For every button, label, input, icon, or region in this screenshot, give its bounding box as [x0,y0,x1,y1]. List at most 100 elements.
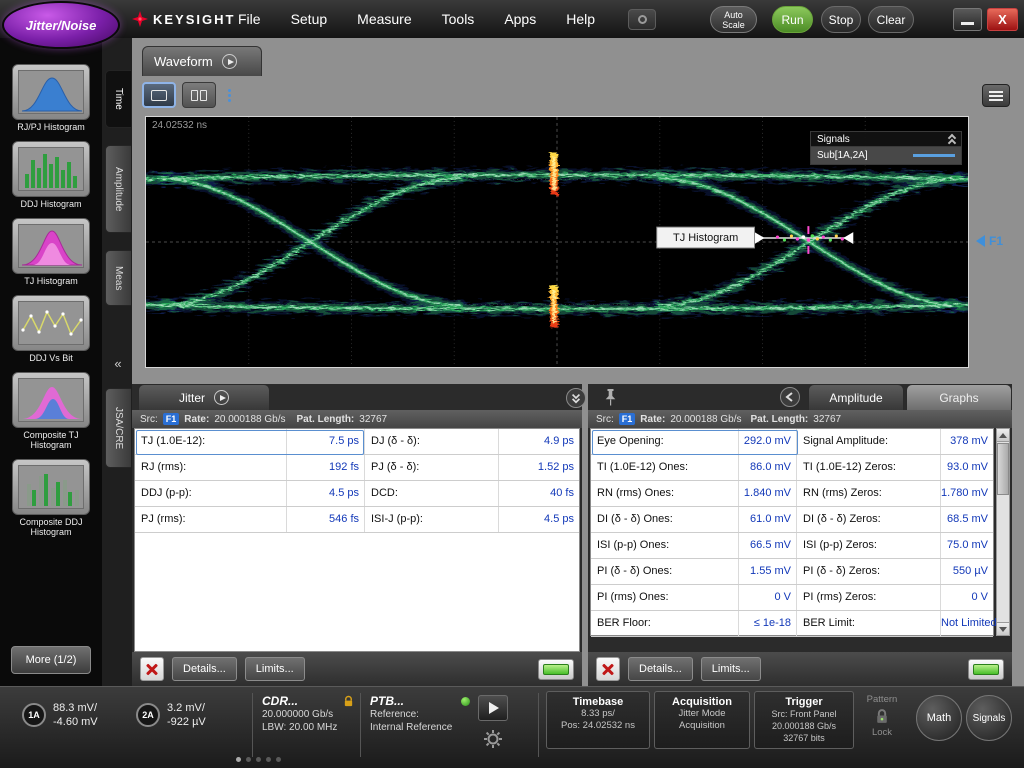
tab-jitter[interactable]: Jitter [138,384,270,410]
legend-collapse-icon[interactable] [949,132,955,146]
sidebar-item-composite-ddj-histogram[interactable]: Composite DDJ Histogram [6,459,96,537]
menu-setup[interactable]: Setup [291,11,328,27]
limits-button[interactable]: Limits... [245,657,305,681]
amplitude-table-scrollbar[interactable] [996,428,1010,636]
settings-gear-button[interactable] [483,729,503,749]
measurement-label[interactable]: RJ (rms): [135,455,287,480]
statusbar-play-button[interactable] [478,695,508,721]
details-button[interactable]: Details... [172,657,237,681]
measurement-label[interactable]: DDJ (p-p): [135,481,287,506]
minimize-button[interactable] [953,8,982,31]
measurement-label[interactable]: ISI (p-p) Ones: [591,533,739,558]
math-button[interactable]: Math [916,695,962,741]
signals-legend[interactable]: Signals Sub[1A,2A] [810,131,962,165]
tab-time[interactable]: Time [105,70,131,128]
channel-2a-offset: -922 µV [167,715,206,729]
measurement-label[interactable]: PI (rms) Ones: [591,585,739,610]
measurement-label[interactable]: TJ (1.0E-12): [135,429,287,454]
panel-back-button[interactable] [780,387,800,407]
sidebar-collapse-button[interactable]: « [108,352,128,374]
measurement-label[interactable]: PJ (rms): [135,507,287,532]
f1-source-marker[interactable]: F1 [976,234,1003,248]
measurement-label[interactable]: ISI-J (p-p): [365,507,499,532]
src-badge[interactable]: F1 [163,413,180,425]
measurement-label[interactable]: RN (rms) Ones: [591,481,739,506]
scrollbar-thumb[interactable] [997,443,1009,495]
scroll-up-button[interactable] [997,429,1009,442]
sidebar-item-tj-histogram[interactable]: TJ Histogram [6,218,96,286]
run-button[interactable]: Run [772,6,813,33]
measurement-value: 1.780 mV [941,481,993,506]
tab-amplitude[interactable]: Amplitude [105,145,131,233]
limits-button[interactable]: Limits... [701,657,761,681]
eye-diagram-plot[interactable]: 24.02532 ns [145,116,969,368]
measurement-label[interactable]: PI (δ - δ) Ones: [591,559,739,584]
sidebar-item-composite-tj-histogram[interactable]: Composite TJ Histogram [6,372,96,450]
timebase-control[interactable]: Timebase 8.33 ps/ Pos: 24.02532 ns [546,691,650,749]
measurement-label[interactable]: PI (δ - δ) Zeros: [797,559,941,584]
tab-meas[interactable]: Meas [105,250,131,306]
clear-results-button[interactable] [140,657,164,681]
rate-label: Rate: [184,414,209,425]
channel-2a-control[interactable]: 2A 3.2 mV/ -922 µV [136,701,206,729]
acquisition-control[interactable]: Acquisition Jitter Mode Acquisition [654,691,750,749]
auto-scale-button[interactable]: Auto Scale [710,6,757,33]
measurement-label[interactable]: BER Limit: [797,611,941,636]
page-indicator-dots[interactable] [236,757,281,762]
acquisition-title: Acquisition [655,696,749,708]
sidebar-item-ddj-histogram[interactable]: DDJ Histogram [6,141,96,209]
measurement-label[interactable]: TI (1.0E-12) Ones: [591,455,739,480]
tab-jsa-cre[interactable]: JSA/CRE [105,388,131,468]
clear-results-button[interactable] [596,657,620,681]
panel-collapse-button[interactable] [566,388,586,408]
trigger-control[interactable]: Trigger Src: Front Panel 20.000188 Gb/s … [754,691,854,749]
details-button[interactable]: Details... [628,657,693,681]
tab-graphs[interactable]: Graphs [906,384,1012,410]
sidebar-item-rjpj-histogram[interactable]: RJ/PJ Histogram [6,64,96,132]
measurement-label[interactable]: ISI (p-p) Zeros: [797,533,941,558]
sidebar-item-label: DDJ Histogram [6,199,96,209]
channel-1a-control[interactable]: 1A 88.3 mV/ -4.60 mV [22,701,98,729]
menu-measure[interactable]: Measure [357,11,411,27]
menu-tools[interactable]: Tools [442,11,475,27]
single-display-button[interactable] [142,82,176,108]
display-options-icon[interactable] [228,89,231,102]
amplitude-histogram-markers[interactable] [550,153,558,328]
status-led-indicator[interactable] [538,659,574,680]
trigger-title: Trigger [755,696,853,708]
sidebar-item-ddj-vs-bit[interactable]: DDJ Vs Bit [6,295,96,363]
tab-amplitude-results[interactable]: Amplitude [808,384,904,410]
signals-button[interactable]: Signals [966,695,1012,741]
measurement-label[interactable]: PI (rms) Zeros: [797,585,941,610]
pattern-lock-control[interactable]: Pattern Lock [858,691,906,749]
src-badge[interactable]: F1 [619,413,636,425]
more-graphs-button[interactable]: More (1/2) [11,646,91,674]
cdr-control[interactable]: CDR... 20.000000 Gb/s LBW: 20.00 MHz [262,694,354,734]
clear-button[interactable]: Clear [868,6,914,33]
measurement-label[interactable]: RN (rms) Zeros: [797,481,941,506]
measurement-label[interactable]: DI (δ - δ) Ones: [591,507,739,532]
measurement-label[interactable]: BER Floor: [591,611,739,636]
menu-help[interactable]: Help [566,11,595,27]
tab-waveform[interactable]: Waveform [142,46,262,76]
pin-icon[interactable] [604,388,617,406]
ptb-control[interactable]: PTB... Reference: Internal Reference [370,694,470,734]
screenshot-camera-button[interactable] [628,9,656,30]
measurement-label[interactable]: TI (1.0E-12) Zeros: [797,455,941,480]
waveform-menu-button[interactable] [982,84,1010,107]
scroll-down-button[interactable] [997,622,1009,635]
measurement-label[interactable]: DI (δ - δ) Zeros: [797,507,941,532]
split-display-button[interactable] [182,82,216,108]
measurement-label[interactable]: PJ (δ - δ): [365,455,499,480]
measurement-label[interactable]: Signal Amplitude: [797,429,941,454]
menu-file[interactable]: File [238,11,261,27]
status-led-indicator[interactable] [968,659,1004,680]
close-button[interactable]: X [987,8,1018,31]
measurement-label[interactable]: DJ (δ - δ): [365,429,499,454]
ddj-vs-bit-thumbnail-icon [12,295,90,351]
menu-apps[interactable]: Apps [504,11,536,27]
measurement-label[interactable]: Eye Opening: [591,429,739,454]
acquisition-mode-line1: Jitter Mode [655,708,749,720]
measurement-label[interactable]: DCD: [365,481,499,506]
stop-button[interactable]: Stop [821,6,861,33]
